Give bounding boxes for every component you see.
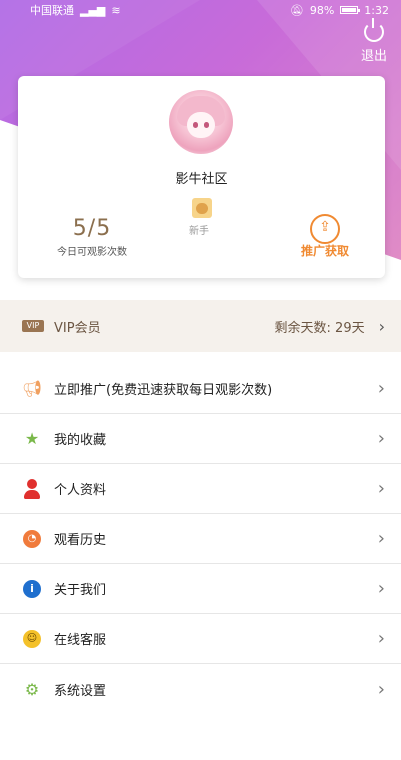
promo-button[interactable]: 推广获取 bbox=[297, 214, 353, 259]
chevron-right-icon: › bbox=[377, 678, 385, 700]
vip-label: VIP会员 bbox=[54, 320, 101, 336]
menu-item-settings[interactable]: ⚙ 系统设置 › bbox=[0, 664, 401, 714]
share-icon bbox=[310, 214, 340, 244]
logout-button[interactable]: 退出 bbox=[360, 18, 387, 64]
vip-remaining-days: 剩余天数: 29天 bbox=[274, 320, 365, 336]
clock-time: 1:32 bbox=[364, 3, 389, 17]
user-icon bbox=[22, 478, 42, 499]
chevron-right-icon: › bbox=[378, 316, 385, 336]
rank-icon bbox=[192, 198, 212, 218]
menu-item-label: 系统设置 bbox=[54, 683, 107, 699]
chevron-right-icon: › bbox=[377, 628, 385, 649]
mute-icon: 🔕︎ bbox=[289, 3, 304, 17]
menu-item-promote[interactable]: 📢︎ 立即推广(免费迅速获取每日观影次数) › bbox=[0, 364, 401, 414]
rank-badge: 新手 bbox=[189, 198, 213, 237]
star-icon: ★ bbox=[24, 429, 40, 448]
megaphone-icon: 📢︎ bbox=[21, 379, 43, 398]
menu-item-profile[interactable]: 个人资料 › bbox=[0, 464, 401, 514]
status-bar: 中国联通 ▂▄▆ ≋ 🔕︎ 98% 1:32 bbox=[0, 0, 401, 20]
chevron-right-icon: › bbox=[377, 578, 385, 599]
battery-percent: 98% bbox=[309, 3, 335, 17]
gear-icon: ⚙ bbox=[24, 679, 40, 699]
logout-label: 退出 bbox=[360, 49, 387, 64]
menu-item-favorites[interactable]: ★ 我的收藏 › bbox=[0, 414, 401, 464]
menu-item-label: 个人资料 bbox=[54, 483, 107, 498]
menu-list: 📢︎ 立即推广(免费迅速获取每日观影次数) › ★ 我的收藏 › 个人资料 › … bbox=[0, 364, 401, 714]
profile-card: 影牛社区 5/5 今日可观影次数 新手 推广获取 bbox=[18, 76, 385, 278]
battery-icon bbox=[340, 6, 361, 14]
menu-item-support[interactable]: ☺ 在线客服 › bbox=[0, 614, 401, 664]
chevron-right-icon: › bbox=[377, 428, 385, 449]
menu-item-history[interactable]: ◔ 观看历史 › bbox=[0, 514, 401, 564]
chevron-right-icon: › bbox=[377, 528, 385, 549]
rank-label: 新手 bbox=[189, 226, 209, 237]
menu-item-label: 在线客服 bbox=[54, 633, 107, 648]
avatar[interactable] bbox=[169, 90, 233, 154]
daily-views: 5/5 今日可观影次数 bbox=[52, 216, 132, 258]
carrier-label: 中国联通 bbox=[30, 4, 74, 17]
daily-views-caption: 今日可观影次数 bbox=[57, 247, 127, 258]
profile-name: 影牛社区 bbox=[175, 172, 228, 187]
menu-item-about[interactable]: i 关于我们 › bbox=[0, 564, 401, 614]
chevron-right-icon: › bbox=[377, 478, 385, 499]
wifi-icon: ≋ bbox=[111, 3, 121, 17]
customer-service-icon: ☺ bbox=[23, 629, 41, 648]
daily-views-count: 5/5 bbox=[72, 216, 112, 241]
info-icon: i bbox=[23, 579, 41, 598]
promo-label: 推广获取 bbox=[300, 244, 349, 258]
vip-badge-icon: VIP bbox=[22, 320, 44, 332]
power-icon bbox=[363, 18, 384, 42]
menu-item-label: 关于我们 bbox=[54, 583, 107, 598]
chevron-right-icon: › bbox=[377, 378, 385, 399]
menu-item-label: 立即推广(免费迅速获取每日观影次数) bbox=[54, 383, 273, 398]
menu-item-label: 观看历史 bbox=[54, 533, 107, 548]
signal-icon: ▂▄▆ bbox=[80, 3, 106, 17]
vip-row[interactable]: VIP VIP会员 剩余天数: 29天 › bbox=[0, 300, 401, 352]
clock-icon: ◔ bbox=[23, 529, 41, 548]
menu-item-label: 我的收藏 bbox=[54, 433, 107, 448]
